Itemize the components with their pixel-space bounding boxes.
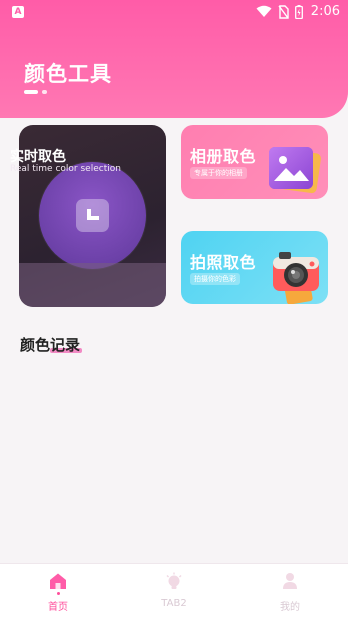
camera-color-card[interactable]: 拍照取色 拍摄你的色彩 bbox=[181, 231, 328, 304]
bottom-tab-bar: 首页 TAB2 我的 bbox=[0, 563, 348, 618]
tab-home[interactable]: 首页 bbox=[0, 564, 116, 618]
clock: 2:06 bbox=[310, 4, 340, 19]
camera-subtitle: 拍摄你的色彩 bbox=[190, 273, 240, 285]
tab-tab2-label: TAB2 bbox=[161, 598, 187, 609]
color-records-title-part2: 记录 bbox=[50, 336, 81, 354]
home-icon bbox=[50, 573, 66, 589]
tab-mine[interactable]: 我的 bbox=[232, 564, 348, 618]
status-bar: A 2:06 bbox=[0, 0, 348, 24]
tab-tab2[interactable]: TAB2 bbox=[116, 564, 232, 618]
title-underline-dot bbox=[42, 90, 47, 94]
user-icon bbox=[283, 573, 297, 589]
crop-frame-icon bbox=[76, 199, 109, 232]
album-title: 相册取色 bbox=[190, 147, 257, 166]
wifi-icon bbox=[256, 5, 272, 17]
header: A 2:06 颜色工具 bbox=[0, 0, 348, 118]
active-tab-dot bbox=[57, 592, 60, 595]
lightbulb-icon bbox=[166, 572, 182, 589]
app-notification-icon: A bbox=[12, 6, 24, 18]
status-icons: 2:06 bbox=[256, 4, 340, 19]
page-title: 颜色工具 bbox=[24, 62, 112, 86]
realtime-subtitle: Real time color selection bbox=[10, 164, 121, 174]
realtime-title: 实时取色 bbox=[10, 149, 66, 165]
camera-icon bbox=[273, 252, 319, 304]
album-color-card[interactable]: 相册取色 专属于你的相册 bbox=[181, 125, 328, 199]
battery-icon bbox=[294, 4, 303, 19]
no-sim-icon bbox=[278, 4, 289, 19]
camera-title: 拍照取色 bbox=[190, 253, 257, 272]
realtime-label-band bbox=[19, 263, 166, 307]
album-subtitle: 专属于你的相册 bbox=[190, 167, 247, 179]
title-underline bbox=[24, 90, 38, 94]
tab-home-label: 首页 bbox=[48, 602, 68, 613]
color-records-title-part1: 颜色 bbox=[20, 336, 51, 354]
color-records-title: 颜色记录 bbox=[20, 334, 80, 355]
tab-mine-label: 我的 bbox=[280, 602, 300, 613]
photo-album-icon bbox=[269, 147, 321, 194]
